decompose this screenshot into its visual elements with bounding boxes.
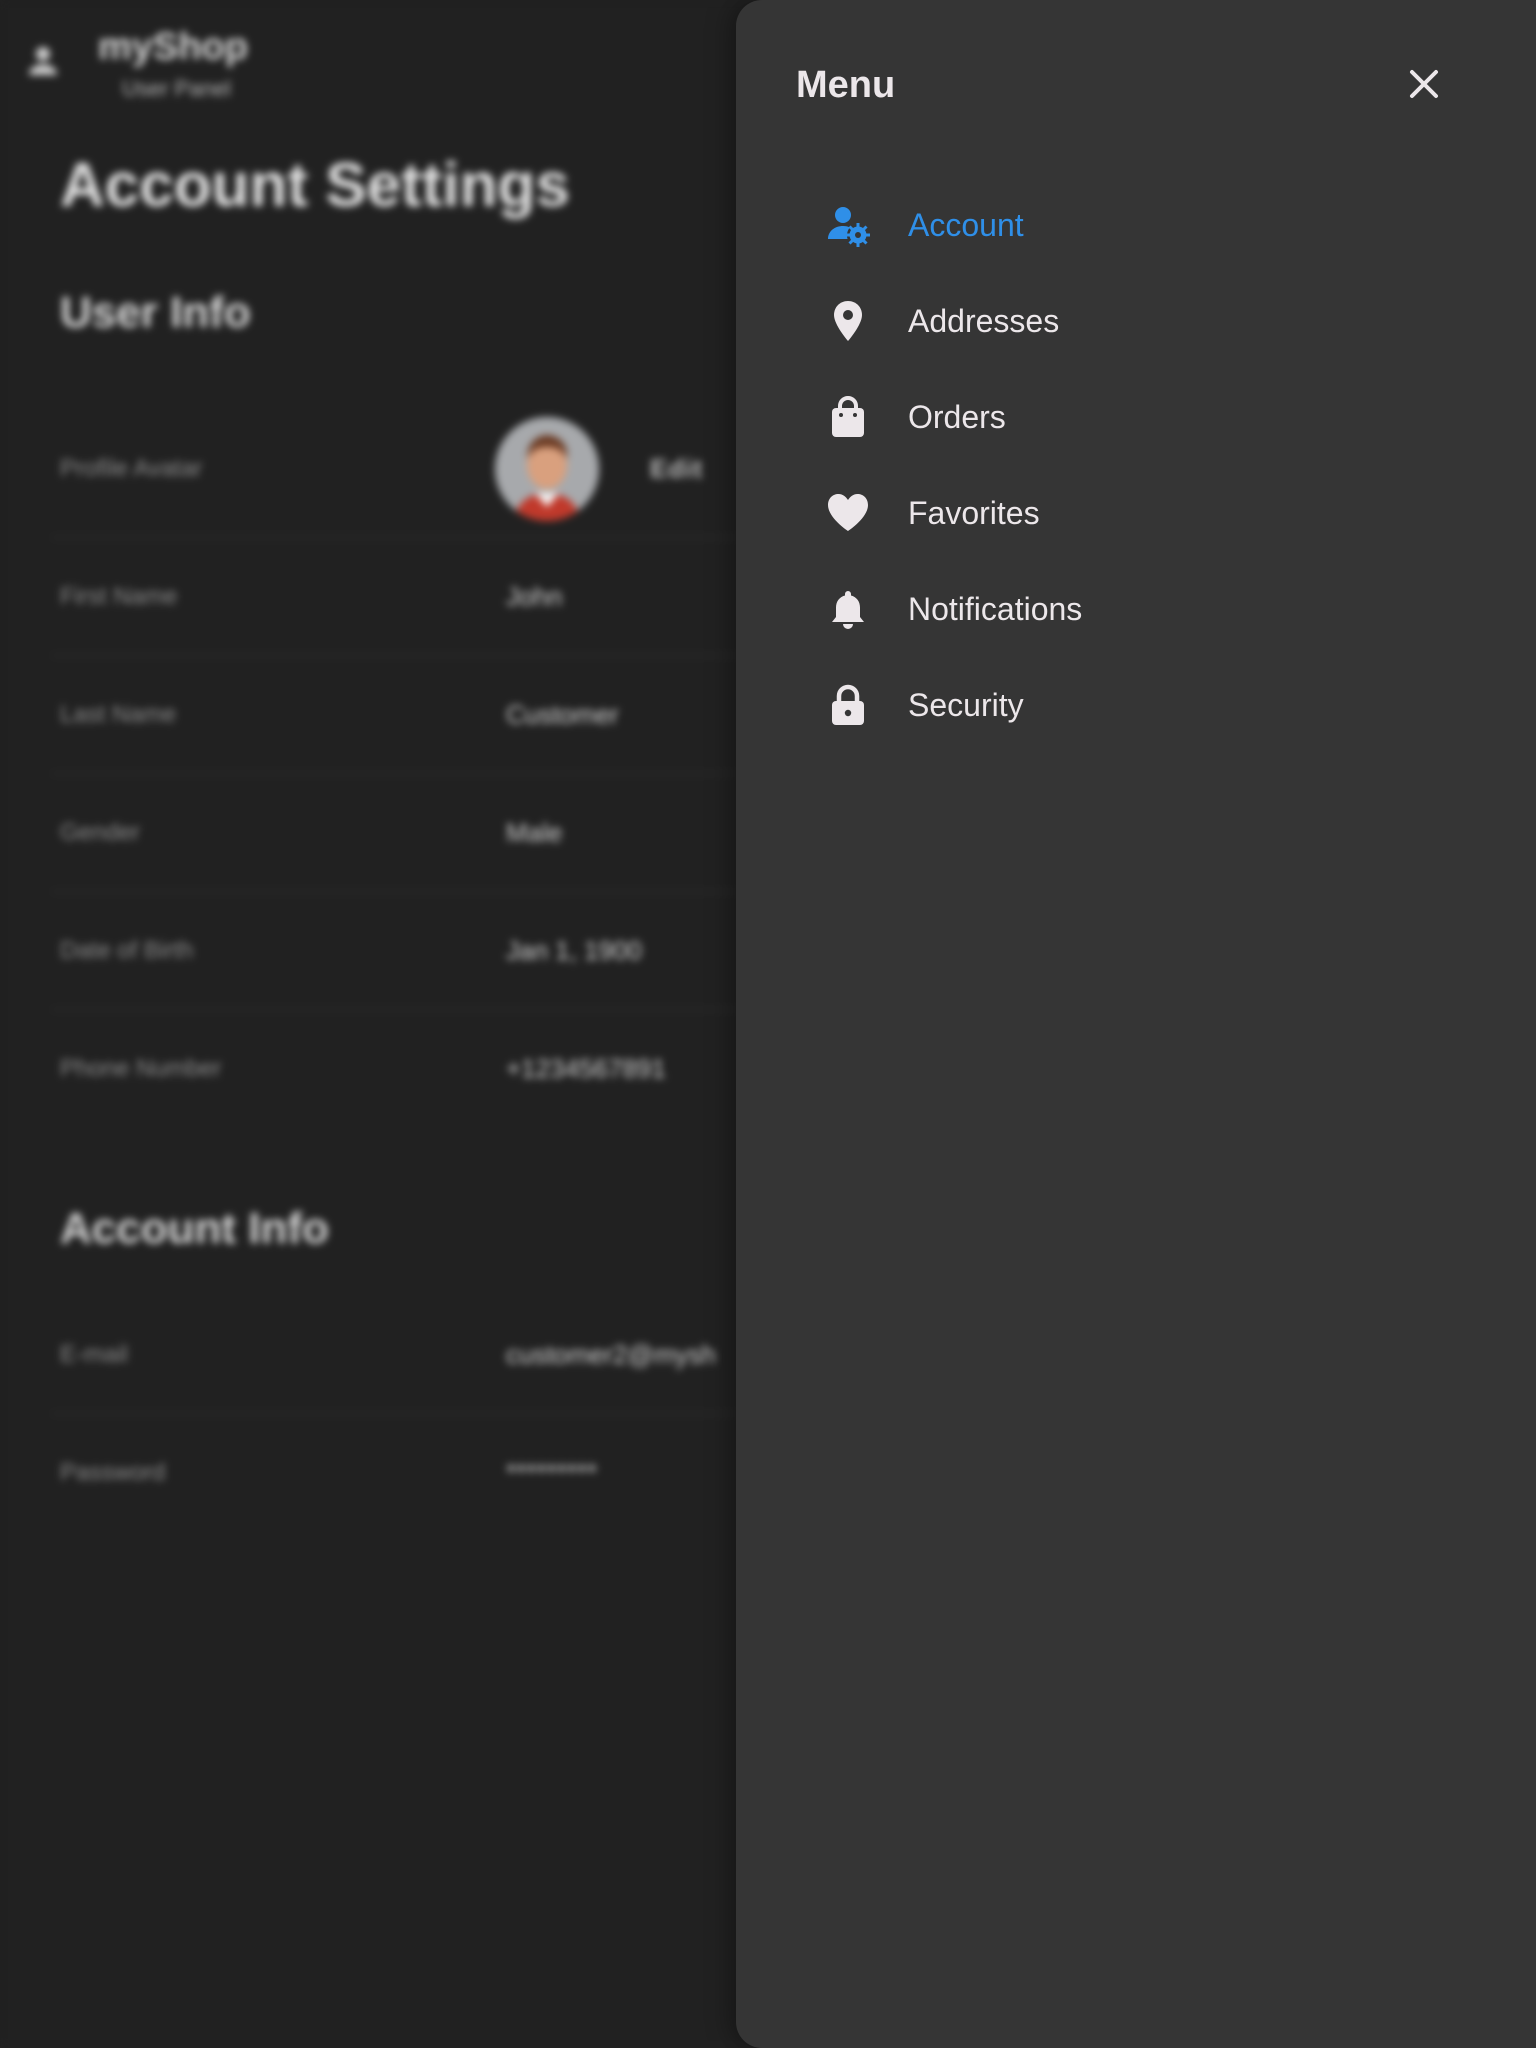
- gender-row: Gender Male: [52, 774, 752, 892]
- row-value: Male: [506, 817, 563, 847]
- location-pin-icon: [826, 299, 870, 343]
- row-label: Password: [60, 1459, 166, 1486]
- user-icon[interactable]: [22, 40, 64, 82]
- menu-item-notifications[interactable]: Notifications: [826, 573, 1446, 645]
- close-icon[interactable]: [1400, 60, 1448, 108]
- user-info-heading: User Info: [60, 288, 251, 337]
- menu-item-account[interactable]: Account: [826, 189, 1446, 261]
- navigation-drawer: Menu Account Addresses Orders Favorites …: [736, 0, 1536, 2048]
- menu-item-label: Addresses: [908, 302, 1060, 339]
- row-label: Date of Birth: [60, 936, 194, 964]
- row-label: E-mail: [60, 1340, 129, 1368]
- page-title: Account Settings: [60, 151, 570, 220]
- row-value: *********: [506, 1457, 598, 1488]
- account-info-heading: Account Info: [60, 1204, 329, 1253]
- profile-avatar-row: Profile Avatar Edit: [52, 400, 752, 538]
- row-label: Gender: [60, 818, 141, 846]
- menu-item-label: Account: [908, 206, 1024, 243]
- menu-item-security[interactable]: Security: [826, 669, 1446, 741]
- row-value: Customer: [506, 699, 619, 729]
- heart-icon: [826, 491, 870, 535]
- account-settings-icon: [826, 203, 870, 247]
- row-label: Profile Avatar: [60, 454, 203, 482]
- row-value: customer2@mysh: [506, 1339, 716, 1369]
- shopping-bag-icon: [826, 395, 870, 439]
- phone-number-row: Phone Number +1234567891: [52, 1010, 752, 1128]
- menu-item-label: Favorites: [908, 494, 1040, 531]
- menu-item-addresses[interactable]: Addresses: [826, 285, 1446, 357]
- first-name-row: First Name John: [52, 538, 752, 656]
- row-label: Phone Number: [60, 1055, 222, 1082]
- email-row: E-mail customer2@mysh: [52, 1296, 752, 1414]
- bell-icon: [826, 587, 870, 631]
- brand-name: myShop: [98, 26, 248, 68]
- date-of-birth-row: Date of Birth Jan 1, 1900: [52, 892, 752, 1010]
- edit-avatar-button[interactable]: Edit: [650, 453, 703, 484]
- menu-item-label: Security: [908, 686, 1024, 723]
- last-name-row: Last Name Customer: [52, 656, 752, 774]
- menu-item-orders[interactable]: Orders: [826, 381, 1446, 453]
- row-value: +1234567891: [506, 1053, 666, 1084]
- row-value: Jan 1, 1900: [506, 935, 642, 965]
- menu-item-label: Notifications: [908, 590, 1083, 627]
- menu-item-favorites[interactable]: Favorites: [826, 477, 1446, 549]
- row-value: John: [506, 581, 563, 611]
- avatar: [495, 416, 599, 521]
- row-label: Last Name: [60, 700, 177, 728]
- lock-icon: [826, 683, 870, 727]
- menu-item-label: Orders: [908, 398, 1006, 435]
- drawer-title: Menu: [796, 64, 896, 106]
- password-row: Password *********: [52, 1414, 752, 1532]
- brand-subtitle: User Panel: [122, 76, 231, 101]
- row-label: First Name: [60, 582, 178, 610]
